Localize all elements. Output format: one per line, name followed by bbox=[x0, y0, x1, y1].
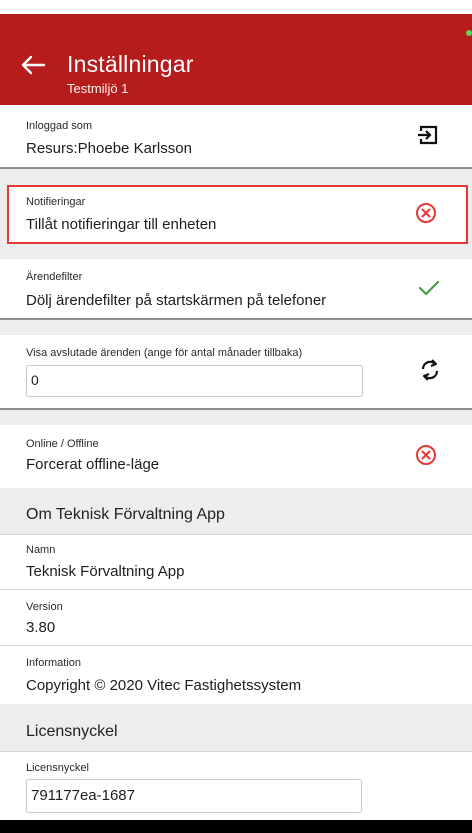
page-title: Inställningar bbox=[67, 51, 194, 77]
license-label: Licensnyckel bbox=[26, 762, 89, 774]
logged-in-label: Inloggad som bbox=[26, 120, 93, 132]
app-header: Inställningar Testmiljö 1 bbox=[0, 14, 472, 105]
information-label: Information bbox=[26, 657, 82, 669]
logged-in-row: Inloggad som Resurs:Phoebe Karlsson bbox=[0, 105, 472, 169]
logout-icon[interactable] bbox=[417, 124, 439, 146]
online-offline-row[interactable]: Online / Offline Forcerat offline-läge bbox=[0, 425, 472, 488]
license-heading-text: Licensnyckel bbox=[26, 723, 118, 740]
check-icon[interactable] bbox=[418, 279, 440, 297]
close-circle-icon[interactable] bbox=[415, 444, 437, 466]
notifications-label: Notifieringar bbox=[26, 196, 86, 208]
arrow-left-icon[interactable] bbox=[20, 54, 46, 76]
close-circle-icon[interactable] bbox=[415, 202, 437, 224]
app-name-value: Teknisk Förvaltning App bbox=[26, 563, 185, 580]
top-gap bbox=[0, 0, 472, 14]
license-section-heading: Licensnyckel bbox=[0, 712, 472, 752]
refresh-icon[interactable] bbox=[419, 359, 441, 381]
logged-in-value: Resurs:Phoebe Karlsson bbox=[26, 140, 192, 157]
about-section-heading: Om Teknisk Förvaltning App bbox=[0, 495, 472, 535]
version-value: 3.80 bbox=[26, 619, 56, 636]
online-offline-value: Forcerat offline-läge bbox=[26, 456, 160, 473]
online-offline-label: Online / Offline bbox=[26, 438, 99, 450]
information-row: Information Copyright © 2020 Vitec Fasti… bbox=[0, 646, 472, 704]
notifications-value: Tillåt notifieringar till enheten bbox=[26, 216, 217, 233]
license-row: Licensnyckel 791177ea-1687 bbox=[0, 752, 472, 820]
case-filter-value: Dölj ärendefilter på startskärmen på tel… bbox=[26, 292, 327, 309]
closed-cases-row: Visa avslutade ärenden (ange för antal m… bbox=[0, 335, 472, 410]
status-dot bbox=[466, 30, 472, 36]
version-row: Version 3.80 bbox=[0, 590, 472, 646]
case-filter-label: Ärendefilter bbox=[26, 271, 83, 283]
app-name-label: Namn bbox=[26, 544, 56, 556]
system-nav-bar bbox=[0, 820, 472, 833]
case-filter-row[interactable]: Ärendefilter Dölj ärendefilter på starts… bbox=[0, 259, 472, 320]
license-key-input[interactable]: 791177ea-1687 bbox=[26, 779, 362, 813]
notifications-row[interactable]: Notifieringar Tillåt notifieringar till … bbox=[7, 185, 468, 244]
version-label: Version bbox=[26, 601, 63, 613]
information-value: Copyright © 2020 Vitec Fastighetssystem bbox=[26, 677, 302, 694]
app-name-row: Namn Teknisk Förvaltning App bbox=[0, 535, 472, 590]
closed-cases-label: Visa avslutade ärenden (ange för antal m… bbox=[26, 347, 303, 359]
about-heading-text: Om Teknisk Förvaltning App bbox=[26, 506, 225, 523]
page-subtitle: Testmiljö 1 bbox=[67, 81, 129, 96]
closed-cases-input[interactable]: 0 bbox=[26, 365, 363, 397]
